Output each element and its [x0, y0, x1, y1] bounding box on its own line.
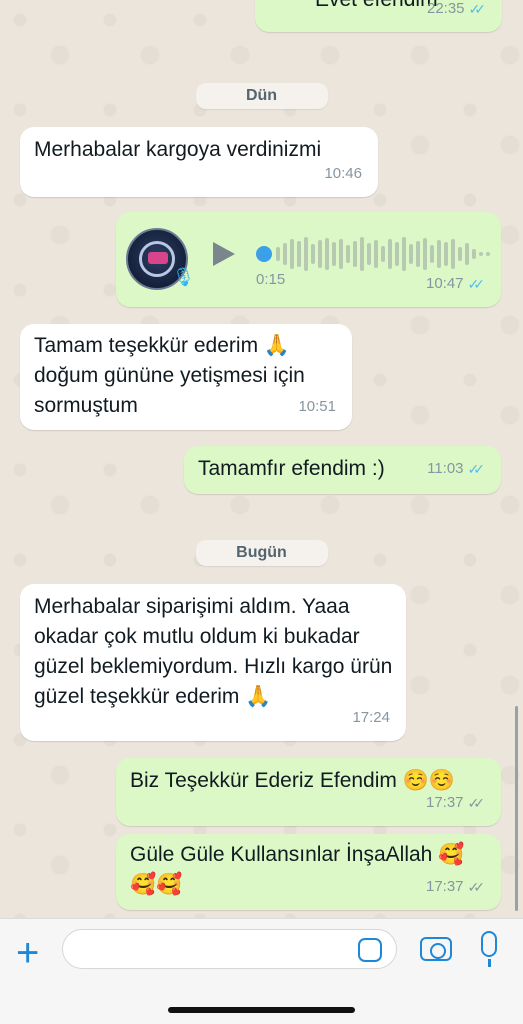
message-meta: 17:37 ✓✓ — [426, 872, 485, 902]
home-indicator[interactable] — [168, 1007, 355, 1013]
message-bubble-outgoing[interactable]: Güle Güle Kullansınlar İnşaAllah 🥰 🥰🥰 17… — [116, 834, 501, 910]
message-text: Merhabalar siparişimi aldım. Yaaa okadar… — [34, 595, 393, 708]
microphone-icon[interactable] — [481, 931, 497, 957]
microphone-icon: 🎙 — [172, 267, 195, 287]
message-meta: 10:46 — [324, 159, 362, 189]
double-check-icon: ✓✓ — [467, 276, 486, 292]
message-meta: 17:24 — [352, 703, 390, 733]
message-time: 10:51 — [298, 398, 336, 415]
message-text: Evet efendim — [315, 0, 438, 12]
play-icon[interactable] — [213, 242, 235, 266]
date-separator: Bugün — [195, 540, 328, 566]
voice-message-bubble[interactable]: 🎙 0:15 10:47 ✓✓ — [116, 212, 501, 307]
voice-waveform[interactable] — [276, 236, 490, 272]
message-bubble-incoming[interactable]: Tamam teşekkür ederim 🙏 doğum gününe yet… — [20, 324, 352, 430]
message-time: 17:24 — [352, 709, 390, 726]
message-time: 11:03 — [427, 460, 464, 477]
message-bubble-incoming[interactable]: Merhabalar siparişimi aldım. Yaaa okadar… — [20, 584, 406, 741]
message-time: 22:35 — [426, 0, 465, 17]
scrollbar[interactable] — [515, 706, 518, 911]
chat-area[interactable]: Evet efendim 22:35 ✓✓ Dün Merhabalar kar… — [0, 0, 523, 918]
message-meta: 22:35 ✓✓ — [427, 0, 486, 24]
microphone-icon-stem — [488, 959, 491, 967]
date-separator: Dün — [195, 83, 328, 109]
message-meta: 10:47 ✓✓ — [426, 269, 485, 299]
composer-bar: + — [0, 918, 523, 1024]
voice-duration: 0:15 — [256, 271, 286, 288]
message-text: Tamam teşekkür ederim 🙏 doğum gününe yet… — [34, 334, 305, 417]
plus-icon[interactable]: + — [16, 933, 39, 973]
double-check-icon: ✓✓ — [467, 795, 486, 811]
double-check-icon: ✓✓ — [467, 461, 486, 477]
message-bubble-outgoing[interactable]: Biz Teşekkür Ederiz Efendim ☺️☺️ 17:37 ✓… — [116, 758, 501, 826]
message-bubble-incoming[interactable]: Merhabalar kargoya verdinizmi 10:46 — [20, 127, 378, 197]
message-text: Merhabalar kargoya verdinizmi — [34, 138, 322, 161]
message-time: 17:37 — [425, 878, 464, 895]
message-bubble-outgoing[interactable]: Evet efendim 22:35 ✓✓ — [255, 0, 502, 32]
message-time: 17:37 — [425, 794, 464, 811]
sticker-icon[interactable] — [358, 938, 382, 962]
playback-scrubber[interactable] — [256, 246, 272, 262]
message-meta: 10:51 — [298, 392, 336, 422]
camera-icon[interactable] — [420, 937, 452, 961]
message-meta: 11:03 ✓✓ — [427, 454, 485, 484]
message-time: 10:46 — [324, 165, 362, 182]
double-check-icon: ✓✓ — [467, 879, 486, 895]
message-input[interactable] — [62, 929, 397, 969]
message-time: 10:47 — [425, 275, 464, 292]
message-meta: 17:37 ✓✓ — [426, 788, 485, 818]
message-bubble-outgoing[interactable]: Tamamfır efendim :) 11:03 ✓✓ — [184, 446, 501, 494]
double-check-icon: ✓✓ — [468, 1, 487, 17]
